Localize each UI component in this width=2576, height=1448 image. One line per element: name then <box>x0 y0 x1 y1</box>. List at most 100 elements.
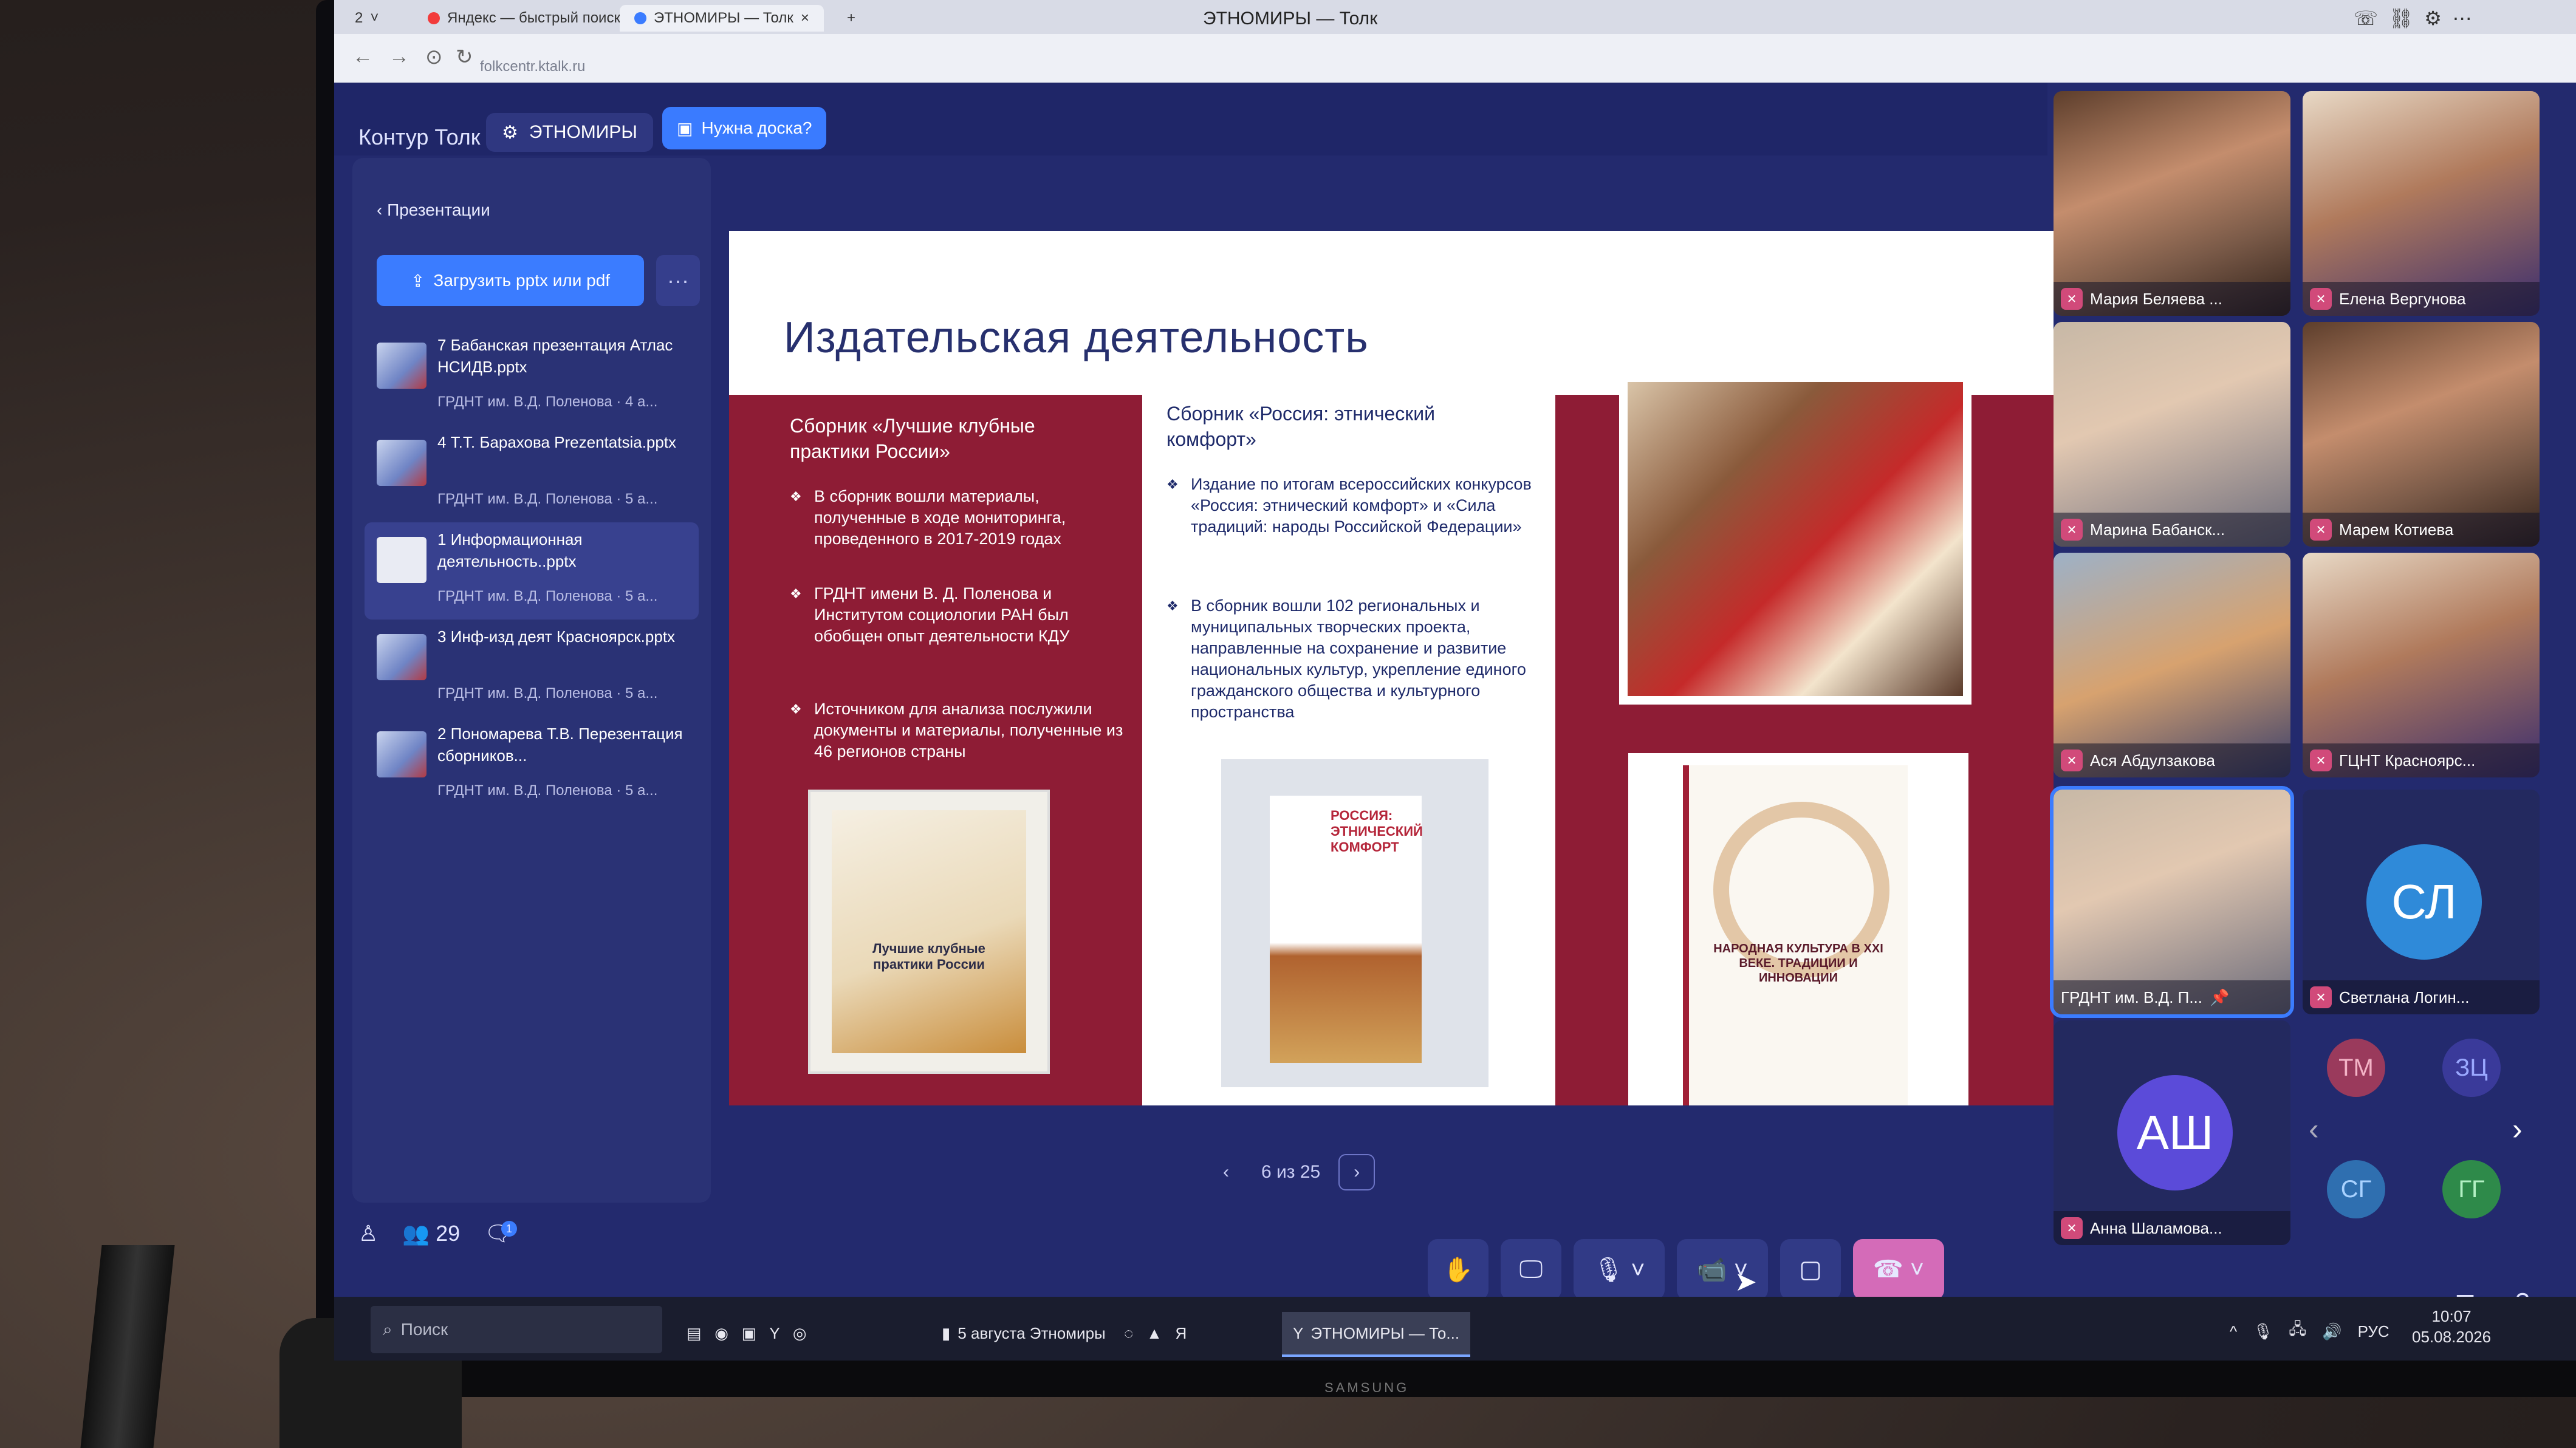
file-name: 4 Т.Т. Барахова Prezentatsia.pptx <box>437 433 677 451</box>
address-bar-area <box>334 34 2576 83</box>
file-meta: ГРДНТ им. В.Д. Поленова · 5 а... <box>437 588 658 604</box>
file-thumbnail <box>377 440 426 486</box>
chat-badge: 1 <box>501 1221 517 1237</box>
file-item[interactable]: 2 Пономарева Т.В. Перезентация сборников… <box>365 717 699 814</box>
chevron-left-icon[interactable]: ‹ <box>2309 1112 2319 1147</box>
file-thumbnail <box>377 537 426 583</box>
file-name: 7 Бабанская презентация Атлас НСИДВ.pptx <box>437 336 673 376</box>
tab-counter[interactable]: 2 ˅ <box>340 5 393 32</box>
participant-tile[interactable]: ✕ ГЦНТ Краснояpс... <box>2303 553 2540 777</box>
participant-tile[interactable]: ✕ Елена Вергунова <box>2303 91 2540 316</box>
participant-tile-active[interactable]: ГРДНТ им. В.Д. П... 📌 <box>2050 786 2294 1018</box>
file-meta: ГРДНТ им. В.Д. Поленова · 5 а... <box>437 782 658 799</box>
taskbar-item[interactable]: ▮ 5 августа Этномиры <box>942 1312 1106 1354</box>
participant-tile[interactable]: ✕ Ася Абдулзакова <box>2054 553 2290 777</box>
taskbar-item-active[interactable]: Y ЭТНОМИРЫ — То... <box>1282 1312 1471 1357</box>
books-photo <box>1619 374 1971 705</box>
next-slide-button[interactable]: › <box>1338 1154 1375 1190</box>
raise-hand-button[interactable]: ✋ <box>1428 1239 1488 1300</box>
book-image-club-practices: Лучшие клубные практики России <box>808 790 1050 1074</box>
screen-share-button[interactable]: 🖵 <box>1501 1239 1561 1300</box>
chevron-left-icon: ‹ <box>377 200 388 219</box>
pin-icon: 📌 <box>2210 988 2230 1006</box>
conference-name[interactable]: ⚙ ЭТНОМИРЫ <box>486 113 653 152</box>
settings-icon: ⚙ <box>502 122 518 143</box>
mic-off-icon: ✕ <box>2310 288 2332 310</box>
url-field[interactable]: folkcentr.ktalk.ru <box>480 58 585 75</box>
avatar: АШ <box>2117 1075 2233 1190</box>
participant-tile[interactable]: АШ ✕ Анна Шаламова... <box>2054 1020 2290 1245</box>
participants-count: 29 <box>436 1221 461 1246</box>
file-item-active[interactable]: 1 Информационная деятельность..pptx ГРДН… <box>365 522 699 620</box>
presentations-back-button[interactable]: ‹ Презентации <box>377 200 490 220</box>
document-icon: ▮ <box>942 1323 951 1342</box>
microphone-button[interactable]: 🎙 ˅ <box>1574 1239 1665 1300</box>
close-tab-icon[interactable]: × <box>801 10 809 27</box>
chat-button[interactable]: 🗨1 <box>484 1221 517 1246</box>
slide-bullet: В сборник вошли 102 региональных и муниц… <box>1166 595 1555 723</box>
file-thumbnail <box>377 343 426 389</box>
slide-counter: 6 из 25 <box>1261 1162 1321 1182</box>
participant-tile[interactable]: ✕ Марина Бабанск... <box>2054 322 2290 547</box>
chevron-right-icon[interactable]: › <box>2512 1112 2523 1147</box>
browser-actions[interactable]: ☏ ⛓ ⚙ ⋯ <box>2339 5 2487 32</box>
search-icon: ⌕ <box>383 1319 392 1339</box>
more-button[interactable]: ··· <box>656 255 700 306</box>
taskbar-misc-icons[interactable]: ◌ ▲ Я <box>1124 1312 1187 1354</box>
mini-avatar: ГГ <box>2442 1160 2501 1218</box>
tab-yandex[interactable]: Яндекс — быстрый поиск <box>413 5 635 32</box>
language-indicator: РУС <box>2357 1322 2389 1340</box>
hierarchy-icon[interactable]: ♙ <box>358 1221 378 1246</box>
browser-icon: Y <box>1293 1323 1304 1342</box>
more-participants-tile[interactable]: ТМ ЗЦ СГ ГГ ‹ › <box>2303 1020 2540 1245</box>
avatar: СЛ <box>2366 844 2482 960</box>
bottom-left-controls: ♙ 👥 29 🗨1 <box>358 1221 517 1246</box>
file-thumbnail <box>377 634 426 680</box>
reload-icon[interactable]: ↻ <box>456 45 473 69</box>
mic-off-icon: ✕ <box>2061 750 2083 771</box>
file-item[interactable]: 3 Инф-изд деят Красноярск.pptx ГРДНТ им.… <box>365 620 699 717</box>
participant-tile[interactable]: СЛ ✕ Светлана Логин... <box>2303 790 2540 1014</box>
mini-avatar: СГ <box>2327 1160 2385 1218</box>
slide-col1-heading: Сборник «Лучшие клубные практики России» <box>790 415 1035 462</box>
new-tab-button[interactable]: + <box>832 5 870 32</box>
mic-icon: 🎙 <box>2253 1322 2273 1340</box>
file-meta: ГРДНТ им. В.Д. Поленова · 4 а... <box>437 394 658 410</box>
board-button[interactable]: ▣ Нужна доска? <box>662 107 827 149</box>
record-button[interactable]: ▢ <box>1780 1239 1841 1300</box>
slide-bullet: Издание по итогам всероссийских конкурсо… <box>1166 474 1555 538</box>
window-title: ЭТНОМИРЫ — Толк <box>1203 9 1378 29</box>
chevron-up-icon: ^ <box>2230 1322 2238 1340</box>
file-thumbnail <box>377 731 426 777</box>
protect-icon[interactable]: ⊙ <box>425 45 443 69</box>
taskbar-clock[interactable]: 10:07 05.08.2026 <box>2412 1306 2491 1347</box>
taskbar-search[interactable]: ⌕ Поиск <box>371 1306 662 1353</box>
presentation-slide: Издательская деятельность Сборник «Лучши… <box>729 231 2054 1105</box>
mic-off-icon: ✕ <box>2310 986 2332 1008</box>
forward-icon[interactable]: → <box>389 45 409 69</box>
hang-up-button[interactable]: ☎ ˅ <box>1853 1239 1944 1300</box>
back-icon[interactable]: ← <box>352 45 373 69</box>
participants-button[interactable]: 👥 29 <box>402 1221 460 1246</box>
file-meta: ГРДНТ им. В.Д. Поленова · 5 а... <box>437 491 658 507</box>
browser-tabbar: 2 ˅ Яндекс — быстрый поиск ЭТНОМИРЫ — То… <box>334 0 2576 34</box>
slide-pager: ‹ 6 из 25 › <box>1209 1154 1375 1190</box>
slide-col2-heading: Сборник «Россия: этнический комфорт» <box>1166 403 1436 450</box>
mic-off-icon: ✕ <box>2310 750 2332 771</box>
file-item[interactable]: 7 Бабанская презентация Атлас НСИДВ.pptx… <box>365 328 699 425</box>
file-item[interactable]: 4 Т.Т. Барахова Prezentatsia.pptx ГРДНТ … <box>365 425 699 522</box>
monitor-bezel <box>316 1361 2576 1397</box>
prev-slide-button[interactable]: ‹ <box>1209 1155 1243 1189</box>
brand-logo: Контур Толк <box>358 125 481 149</box>
upload-button[interactable]: ⇪ Загрузить pptx или pdf <box>377 255 644 306</box>
taskbar-app-icons[interactable]: ▤ ◉ ▣ Y ◎ <box>687 1312 807 1354</box>
mini-avatar: ЗЦ <box>2442 1039 2501 1097</box>
system-tray[interactable]: ^ 🎙 🖧 🔊 РУС <box>2230 1318 2389 1345</box>
file-name: 1 Информационная деятельность..pptx <box>437 530 583 570</box>
participant-tile[interactable]: ✕ Мария Беляева ... <box>2054 91 2290 316</box>
slide-bullet: В сборник вошли материалы, полученные в … <box>790 486 1100 550</box>
network-icon: 🖧 <box>2289 1320 2307 1338</box>
tab-ethnomiry[interactable]: ЭТНОМИРЫ — Толк × <box>620 5 824 32</box>
slide-title: Издательская деятельность <box>784 313 1369 362</box>
participant-tile[interactable]: ✕ Марем Котиева <box>2303 322 2540 547</box>
